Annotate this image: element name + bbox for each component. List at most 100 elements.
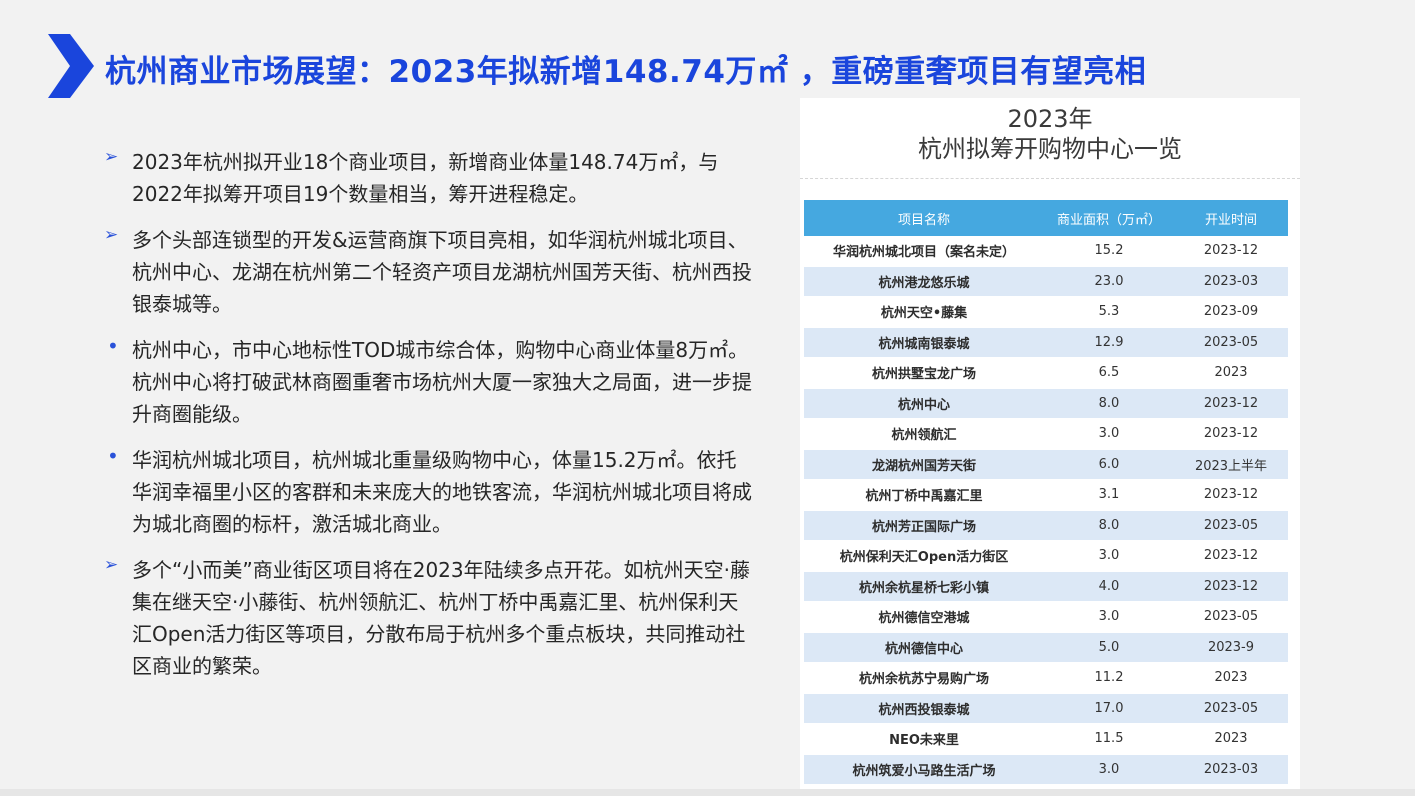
cell-area: 3.1 <box>1044 479 1174 511</box>
cell-project-name: 华润杭州城北项目（案名未定） <box>804 236 1044 267</box>
cell-project-name: 杭州西投银泰城 <box>804 693 1044 724</box>
table-row: 杭州城南银泰城 12.9 2023-05 <box>804 327 1288 358</box>
table-row: 杭州港龙悠乐城 23.0 2023-03 <box>804 266 1288 297</box>
arrow-bullet-icon: ➢ <box>104 555 119 575</box>
arrow-bullet-icon: ➢ <box>104 225 119 245</box>
cell-area: 6.5 <box>1044 357 1174 389</box>
bullet-text: 华润杭州城北项目，杭州城北重量级购物中心，体量15.2万㎡。依托华润幸福里小区的… <box>132 448 752 536</box>
cell-project-name: 杭州中心 <box>804 388 1044 419</box>
panel-title-text: 杭州拟筹开购物中心一览 <box>918 135 1182 163</box>
cell-open-date: 2023-03 <box>1174 754 1288 785</box>
table-row: 杭州丁桥中禹嘉汇里 3.1 2023-12 <box>804 479 1288 511</box>
cell-area: 3.0 <box>1044 754 1174 785</box>
cell-area: 3.0 <box>1044 601 1174 633</box>
cell-area: 12.9 <box>1044 327 1174 358</box>
cell-project-name: 杭州筑爱小马路生活广场 <box>804 754 1044 785</box>
cell-area: 6.0 <box>1044 449 1174 480</box>
table-row: 杭州德信中心 5.0 2023-9 <box>804 632 1288 663</box>
column-header-date: 开业时间 <box>1174 200 1288 236</box>
cell-open-date: 2023-05 <box>1174 327 1288 358</box>
cell-area: 4.0 <box>1044 571 1174 602</box>
panel-title-year: 2023年 <box>1007 105 1093 133</box>
cell-project-name: 杭州德信空港城 <box>804 601 1044 633</box>
bullet-list: ➢ 2023年杭州拟开业18个商业项目，新增商业体量148.74万㎡，与2022… <box>104 146 754 696</box>
cell-open-date: 2023 <box>1174 723 1288 755</box>
cell-project-name: 杭州保利天汇Open活力街区 <box>804 540 1044 572</box>
table-row: NEO未来里 11.5 2023 <box>804 723 1288 755</box>
cell-area: 3.0 <box>1044 418 1174 450</box>
table-row: 杭州德信空港城 3.0 2023-05 <box>804 601 1288 633</box>
cell-open-date: 2023-12 <box>1174 479 1288 511</box>
cell-area: 23.0 <box>1044 266 1174 297</box>
bullet-item: ➢ 多个“小而美”商业街区项目将在2023年陆续多点开花。如杭州天空·藤集在继天… <box>104 554 754 682</box>
cell-project-name: 杭州余杭苏宁易购广场 <box>804 662 1044 694</box>
cell-open-date: 2023 <box>1174 357 1288 389</box>
cell-project-name: NEO未来里 <box>804 723 1044 755</box>
table-row: 杭州天空•藤集 5.3 2023-09 <box>804 296 1288 328</box>
table-row: 杭州领航汇 3.0 2023-12 <box>804 418 1288 450</box>
cell-project-name: 杭州德信中心 <box>804 632 1044 663</box>
cell-project-name: 龙湖杭州国芳天街 <box>804 449 1044 480</box>
table-header-row: 项目名称 商业面积（万㎡） 开业时间 <box>804 200 1288 236</box>
divider <box>800 178 1300 179</box>
page-title: 杭州商业市场展望：2023年拟新增148.74万㎡ ，重磅重奢项目有望亮相 <box>105 54 1147 90</box>
bullet-text: 2023年杭州拟开业18个商业项目，新增商业体量148.74万㎡，与2022年拟… <box>132 150 719 206</box>
cell-open-date: 2023-09 <box>1174 296 1288 328</box>
mall-table: 项目名称 商业面积（万㎡） 开业时间 华润杭州城北项目（案名未定） 15.2 202… <box>804 200 1288 785</box>
cell-project-name: 杭州丁桥中禹嘉汇里 <box>804 479 1044 511</box>
bullet-item: • 华润杭州城北项目，杭州城北重量级购物中心，体量15.2万㎡。依托华润幸福里小… <box>104 444 754 540</box>
table-row: 龙湖杭州国芳天街 6.0 2023上半年 <box>804 449 1288 480</box>
cell-open-date: 2023-12 <box>1174 236 1288 267</box>
bullet-item: ➢ 2023年杭州拟开业18个商业项目，新增商业体量148.74万㎡，与2022… <box>104 146 754 210</box>
bullet-item: • 杭州中心，市中心地标性TOD城市综合体，购物中心商业体量8万㎡。杭州中心将打… <box>104 334 754 430</box>
cell-open-date: 2023-12 <box>1174 388 1288 419</box>
cell-area: 3.0 <box>1044 540 1174 572</box>
column-header-name: 项目名称 <box>804 200 1044 236</box>
cell-project-name: 杭州领航汇 <box>804 418 1044 450</box>
panel-title: 2023年 杭州拟筹开购物中心一览 <box>800 104 1300 164</box>
cell-project-name: 杭州天空•藤集 <box>804 296 1044 328</box>
cell-open-date: 2023-05 <box>1174 510 1288 541</box>
cell-open-date: 2023上半年 <box>1174 449 1288 480</box>
cell-open-date: 2023-12 <box>1174 540 1288 572</box>
mall-list-panel: 2023年 杭州拟筹开购物中心一览 赢商云智库 赢商云智库 项目名称 商业面积（… <box>800 98 1300 796</box>
table-row: 杭州保利天汇Open活力街区 3.0 2023-12 <box>804 540 1288 572</box>
cell-project-name: 杭州芳正国际广场 <box>804 510 1044 541</box>
table-row: 杭州中心 8.0 2023-12 <box>804 388 1288 419</box>
cell-open-date: 2023-03 <box>1174 266 1288 297</box>
bullet-text: 多个“小而美”商业街区项目将在2023年陆续多点开花。如杭州天空·藤集在继天空·… <box>132 558 750 678</box>
table-row: 杭州筑爱小马路生活广场 3.0 2023-03 <box>804 754 1288 785</box>
cell-project-name: 杭州拱墅宝龙广场 <box>804 357 1044 389</box>
bullet-text: 多个头部连锁型的开发&运营商旗下项目亮相，如华润杭州城北项目、杭州中心、龙湖在杭… <box>132 228 752 316</box>
cell-area: 5.0 <box>1044 632 1174 663</box>
cell-open-date: 2023 <box>1174 662 1288 694</box>
cell-open-date: 2023-05 <box>1174 693 1288 724</box>
cell-open-date: 2023-05 <box>1174 601 1288 633</box>
cell-project-name: 杭州余杭星桥七彩小镇 <box>804 571 1044 602</box>
table-row: 杭州芳正国际广场 8.0 2023-05 <box>804 510 1288 541</box>
table-body: 华润杭州城北项目（案名未定） 15.2 2023-12 杭州港龙悠乐城 23.0 2023… <box>804 236 1288 785</box>
bullet-text: 杭州中心，市中心地标性TOD城市综合体，购物中心商业体量8万㎡。杭州中心将打破武… <box>132 338 752 426</box>
table-row: 杭州余杭星桥七彩小镇 4.0 2023-12 <box>804 571 1288 602</box>
cell-project-name: 杭州城南银泰城 <box>804 327 1044 358</box>
cell-area: 11.2 <box>1044 662 1174 694</box>
bullet-item: ➢ 多个头部连锁型的开发&运营商旗下项目亮相，如华润杭州城北项目、杭州中心、龙湖… <box>104 224 754 320</box>
table-row: 杭州余杭苏宁易购广场 11.2 2023 <box>804 662 1288 694</box>
dot-bullet-icon: • <box>107 334 119 358</box>
cell-area: 8.0 <box>1044 510 1174 541</box>
cell-open-date: 2023-9 <box>1174 632 1288 663</box>
cell-area: 11.5 <box>1044 723 1174 755</box>
arrow-bullet-icon: ➢ <box>104 147 119 167</box>
cell-open-date: 2023-12 <box>1174 571 1288 602</box>
dot-bullet-icon: • <box>107 444 119 468</box>
cell-area: 17.0 <box>1044 693 1174 724</box>
cell-project-name: 杭州港龙悠乐城 <box>804 266 1044 297</box>
table-row: 杭州西投银泰城 17.0 2023-05 <box>804 693 1288 724</box>
logo-chevron-icon <box>48 34 94 98</box>
cell-area: 15.2 <box>1044 236 1174 267</box>
bottom-bar <box>0 789 1415 796</box>
cell-open-date: 2023-12 <box>1174 418 1288 450</box>
table-row: 华润杭州城北项目（案名未定） 15.2 2023-12 <box>804 236 1288 267</box>
column-header-area: 商业面积（万㎡） <box>1044 200 1174 236</box>
cell-area: 8.0 <box>1044 388 1174 419</box>
